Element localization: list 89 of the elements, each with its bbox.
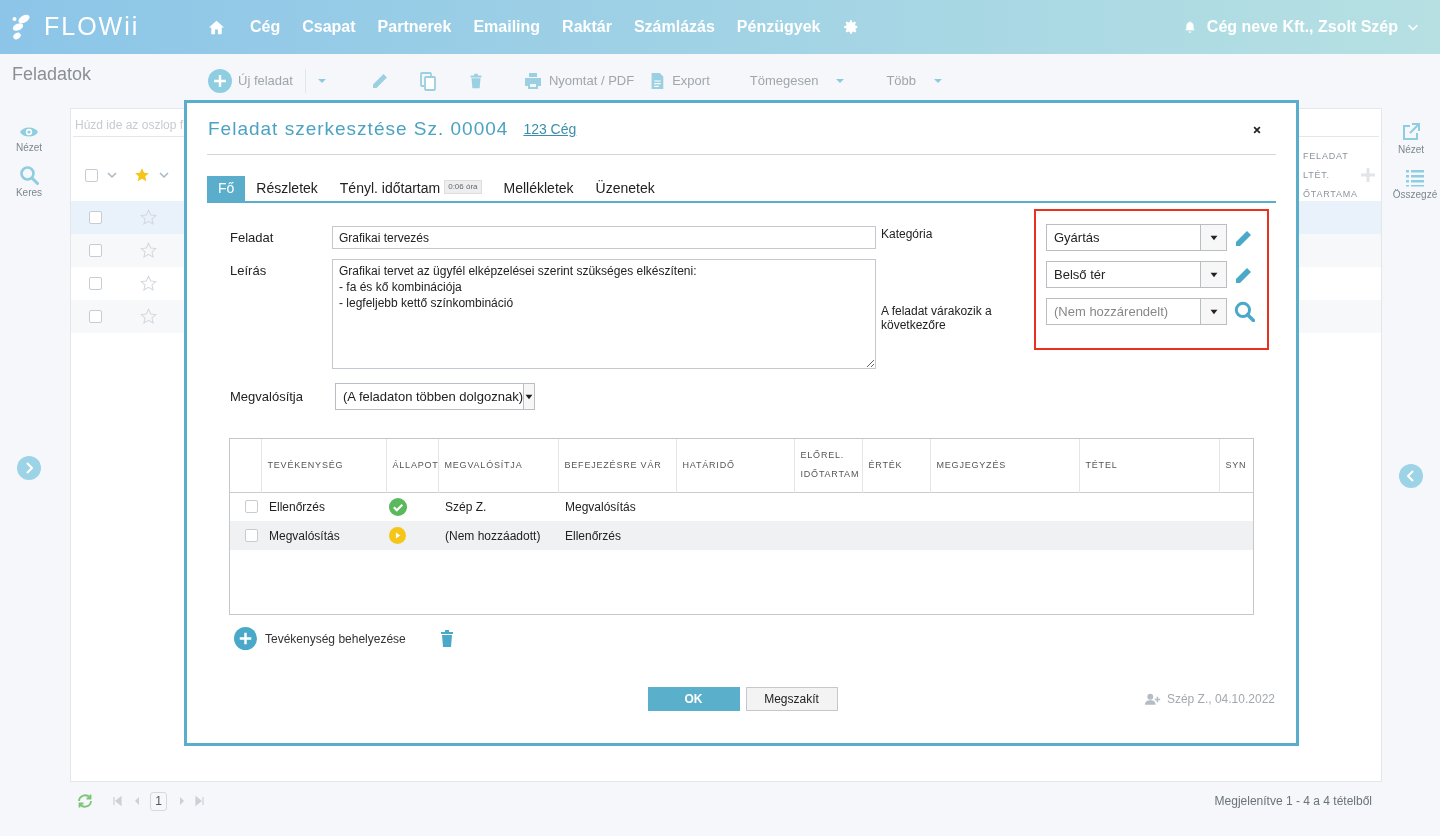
tab[interactable]: Tényl. időtartam 0:06 óra (328, 176, 493, 201)
star-icon[interactable] (140, 275, 157, 292)
column-header[interactable]: ELŐREL. IDŐTARTAM (794, 439, 862, 492)
close-icon (1252, 124, 1262, 135)
next-page-icon[interactable] (177, 795, 187, 807)
copy-button[interactable] (417, 70, 438, 92)
select-field[interactable]: Belső tér (1046, 261, 1227, 288)
table-cell: Szép Z. (438, 492, 558, 521)
column-header: ŐTARTAMA (1303, 187, 1359, 201)
checkbox[interactable] (89, 211, 102, 224)
select-field[interactable]: (Nem hozzárendelt) (1046, 298, 1227, 325)
checkbox[interactable] (245, 500, 258, 514)
caret-down-icon (524, 393, 534, 400)
field-label: Feladat (230, 229, 275, 247)
company-link[interactable]: 123 Cég (523, 119, 577, 140)
check-circle-icon (389, 497, 407, 516)
checkbox[interactable] (85, 168, 98, 182)
field-label: Kategória (881, 226, 934, 241)
chevron-right-icon (17, 456, 41, 480)
checkbox[interactable] (89, 310, 102, 323)
caret-down-icon (1208, 271, 1219, 278)
list-icon (1405, 167, 1425, 187)
table-cell: Megvalósítás (558, 492, 676, 521)
tab[interactable]: Mellékletek (492, 176, 585, 201)
copy-icon (417, 70, 438, 92)
column-header[interactable]: MEGVALÓSÍTJA (438, 439, 558, 492)
table-cell: Ellenőrzés (261, 492, 386, 521)
chevron-down-icon[interactable] (158, 169, 170, 181)
column-header[interactable]: HATÁRIDŐ (676, 439, 794, 492)
search-icon (19, 165, 39, 185)
summary-button[interactable]: Összegzé (1392, 167, 1438, 202)
refresh-icon[interactable] (76, 792, 94, 810)
plus-circle-icon (234, 627, 257, 650)
chevron-down-icon[interactable] (106, 169, 118, 181)
user-plus-icon (1143, 692, 1161, 706)
star-icon[interactable] (140, 242, 157, 259)
created-info: Szép Z., 04.10.2022 (1166, 691, 1275, 708)
external-link-icon (1401, 122, 1421, 142)
field-label: A feladat várakozik a következőre (881, 304, 993, 332)
table-row[interactable]: Megvalósítás (Nem hozzáadott) Ellenőrzés (230, 521, 1253, 550)
view-button[interactable]: Nézet (1397, 122, 1425, 157)
column-header[interactable]: MEGJEGYZÉS (930, 439, 1079, 492)
select-field[interactable]: (A feladaton többen dolgoznak) (335, 383, 535, 410)
column-header[interactable]: TEVÉKENYSÉG (261, 439, 386, 492)
task-field[interactable]: Grafikai tervezés (332, 226, 876, 249)
checkbox[interactable] (245, 529, 258, 542)
column-header: FELADAT (1303, 149, 1350, 163)
star-icon[interactable] (140, 308, 157, 325)
view-button[interactable]: Nézet (15, 124, 43, 155)
column-header[interactable]: ÉRTÉK (862, 439, 930, 492)
first-page-icon[interactable] (112, 795, 124, 807)
column-header: LTÉT. (1303, 168, 1331, 182)
star-icon[interactable] (134, 167, 150, 183)
page-title: Feladatok (12, 62, 93, 86)
cancel-button[interactable]: Megszakít (745, 687, 838, 711)
add-activity-button[interactable]: Tevékenység behelyezése (234, 627, 406, 650)
pager-summary: Megjelenítve 1 - 4 a 4 tételből (1214, 793, 1372, 810)
last-page-icon[interactable] (193, 795, 205, 807)
collapse-button[interactable] (1399, 464, 1423, 488)
column-header[interactable]: SYN (1219, 439, 1253, 492)
duration-badge: 0:06 óra (444, 179, 482, 194)
select-field[interactable]: Gyártás (1046, 224, 1227, 251)
tab[interactable]: Részletek (245, 176, 329, 201)
plus-circle-icon (208, 69, 232, 93)
column-header[interactable]: ÁLLAPOT (386, 439, 438, 492)
column-header[interactable]: BEFEJEZÉSRE VÁR (558, 439, 676, 492)
search-button[interactable]: Keres (15, 165, 43, 200)
expand-button[interactable] (17, 456, 41, 480)
close-button[interactable] (1252, 124, 1262, 135)
field-label: Megvalósítja (230, 387, 304, 406)
checkbox[interactable] (89, 277, 102, 290)
tab[interactable]: Üzenetek (584, 176, 666, 201)
checkbox[interactable] (89, 244, 102, 257)
app-logo: FLOWii (44, 11, 140, 43)
printer-icon (522, 71, 543, 91)
caret-down-icon (1208, 308, 1219, 315)
table-cell: Ellenőrzés (558, 521, 676, 550)
field-label: Leírás (230, 262, 268, 280)
play-circle-icon (389, 527, 406, 544)
table-cell: Megvalósítás (261, 521, 386, 550)
table-row[interactable]: Ellenőrzés Szép Z. Megvalósítás (230, 492, 1253, 521)
plus-icon[interactable] (1361, 168, 1375, 182)
page-number[interactable]: 1 (150, 791, 167, 811)
description-field[interactable]: Grafikai tervet az ügyfél elképzelései szerint szükséges elkészíteni: - fa és kő kombinációja - legfeljebb kettő színkombináció (332, 259, 876, 369)
table-cell: (Nem hozzáadott) (438, 521, 558, 550)
chevron-left-icon (1399, 464, 1423, 488)
column-header[interactable]: TÉTEL (1079, 439, 1219, 492)
search-icon[interactable] (1234, 301, 1255, 322)
star-icon[interactable] (140, 209, 157, 226)
